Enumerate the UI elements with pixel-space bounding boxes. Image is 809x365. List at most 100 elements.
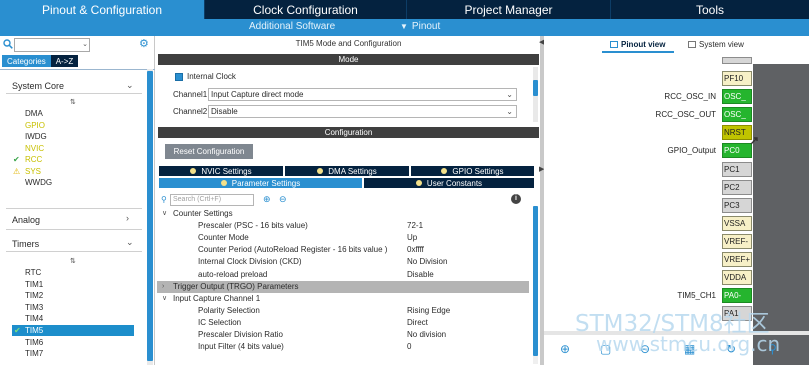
sidebar-scrollbar[interactable] (147, 69, 153, 365)
tab-project-manager[interactable]: Project Manager (407, 0, 611, 19)
scrollbar-thumb[interactable] (533, 80, 538, 96)
parameter-row[interactable]: Prescaler (PSC - 16 bits value) 72-1 (157, 220, 529, 232)
sidebar-item-gpio[interactable]: GPIO (25, 120, 45, 131)
tab-clock-configuration[interactable]: Clock Configuration (205, 0, 407, 19)
pin-nrst[interactable]: NRST (722, 125, 752, 141)
info-icon[interactable]: i (511, 194, 521, 204)
categories-toggle[interactable]: Categories (2, 55, 51, 67)
channel2-select[interactable]: Disable ⌄ (208, 105, 517, 118)
scrollbar-thumb[interactable] (533, 206, 538, 356)
parameter-row[interactable]: Internal Clock Division (CKD) No Division (157, 256, 529, 268)
gear-icon[interactable]: ⚙ (139, 39, 149, 50)
parameter-group[interactable]: › Trigger Output (TRGO) Parameters (157, 280, 529, 293)
sidebar-item-iwdg[interactable]: IWDG (25, 131, 47, 142)
parameter-value[interactable]: Direct (407, 317, 428, 329)
additional-software-button[interactable]: Additional Software (249, 21, 335, 32)
pin-vref-[interactable]: VREF- (722, 233, 752, 249)
parameter-value[interactable]: Disable (407, 269, 434, 281)
sidebar-item-tim2[interactable]: TIM2 (25, 290, 43, 301)
collapse-all-icon[interactable]: ⊖ (279, 195, 287, 204)
pin-partial[interactable] (722, 57, 752, 64)
pin-pc1[interactable]: PC1 (722, 161, 752, 177)
pin-vref-[interactable]: VREF+ (722, 252, 752, 267)
sidebar-item-nvic[interactable]: NVIC (25, 143, 44, 154)
tab-label: NVIC Settings (201, 166, 252, 176)
sort-icon[interactable]: ⇅ (70, 98, 76, 106)
sidebar-item-tim4[interactable]: TIM4 (25, 313, 43, 324)
search-icon[interactable] (3, 39, 13, 49)
sidebar-item-rtc[interactable]: RTC (25, 267, 41, 278)
parameter-row[interactable]: Input Filter (4 bits value) 0 (157, 341, 529, 353)
parameter-row[interactable]: IC Selection Direct (157, 317, 529, 329)
pinout-view-tab[interactable]: Pinout view (610, 40, 665, 49)
group-analog[interactable]: Analog (12, 215, 40, 225)
sort-icon[interactable]: ⇅ (70, 257, 76, 265)
pin-pa0-[interactable]: PA0- (722, 288, 752, 304)
parameter-value[interactable]: Rising Edge (407, 305, 450, 317)
parameter-value[interactable]: No Division (407, 256, 447, 268)
pin-pc0[interactable]: PC0 (722, 143, 752, 159)
parameter-row[interactable]: auto-reload preload Disable (157, 269, 529, 281)
pin-pf10[interactable]: PF10 (722, 71, 752, 86)
chevron-down-icon[interactable]: ∨ (162, 293, 167, 305)
pin-pc3[interactable]: PC3 (722, 197, 752, 213)
tab-nvic-settings[interactable]: NVIC Settings (158, 165, 284, 177)
pin-osc-[interactable]: OSC_ (722, 89, 752, 105)
pin-vdda[interactable]: VDDA (722, 270, 752, 286)
parameter-row[interactable]: Counter Mode Up (157, 232, 529, 244)
channel1-select[interactable]: Input Capture direct mode ⌄ (208, 88, 517, 101)
parameter-group[interactable]: ∨ Input Capture Channel 1 (157, 293, 529, 305)
sidebar-item-tim5[interactable]: ✔ TIM5 (12, 325, 134, 336)
pin-pc2[interactable]: PC2 (722, 179, 752, 195)
parameter-value[interactable]: No division (407, 329, 446, 341)
scrollbar-thumb[interactable] (147, 71, 153, 361)
chevron-down-icon[interactable]: ⌄ (126, 80, 134, 91)
zoom-in-icon[interactable]: ⊕ (560, 342, 570, 356)
group-timers[interactable]: Timers (12, 239, 39, 249)
sidebar-item-label: WWDG (25, 178, 53, 187)
tab-dma-settings[interactable]: DMA Settings (284, 165, 410, 177)
sidebar-item-wwdg[interactable]: WWDG (25, 177, 52, 188)
parameter-row[interactable]: Polarity Selection Rising Edge (157, 305, 529, 317)
chevron-right-icon[interactable]: › (126, 213, 129, 223)
internal-clock-checkbox[interactable] (175, 73, 183, 81)
search-icon[interactable]: ⚲ (161, 195, 167, 204)
az-toggle[interactable]: A->Z (50, 55, 79, 67)
parameter-value[interactable]: 0xffff (407, 244, 424, 256)
mode-scrollbar[interactable] (533, 67, 538, 122)
tab-gpio-settings[interactable]: GPIO Settings (410, 165, 535, 177)
parameter-row[interactable]: Counter Period (AutoReload Register - 16… (157, 244, 529, 256)
parameter-name: Counter Period (AutoReload Register - 16… (198, 245, 388, 255)
reset-configuration-button[interactable]: Reset Configuration (165, 144, 253, 159)
sidebar-item-tim1[interactable]: TIM1 (25, 279, 43, 290)
group-system-core[interactable]: System Core (12, 81, 64, 91)
parameter-group[interactable]: ∨ Counter Settings (157, 208, 529, 220)
parameter-value[interactable]: 0 (407, 341, 411, 353)
tab-pinout-configuration[interactable]: Pinout & Configuration (0, 0, 205, 19)
sidebar-item-rcc[interactable]: ✔ RCC (13, 154, 42, 165)
chevron-down-icon[interactable]: ∨ (162, 208, 167, 220)
parameter-value[interactable]: Up (407, 232, 417, 244)
sidebar-item-tim6[interactable]: TIM6 (25, 337, 43, 348)
pin-signal-label: RCC_OSC_IN (664, 92, 716, 102)
chevron-down-icon[interactable]: ⌄ (126, 237, 134, 248)
pinout-menu-button[interactable]: ▼ Pinout (400, 21, 440, 32)
pin-osc-[interactable]: OSC_ (722, 107, 752, 123)
sidebar-item-dma[interactable]: DMA (25, 108, 43, 119)
parameter-scrollbar[interactable] (533, 206, 538, 364)
tab-parameter-settings[interactable]: Parameter Settings (158, 177, 363, 189)
parameter-value[interactable]: 72-1 (407, 220, 423, 232)
tab-tools[interactable]: Tools (611, 0, 809, 19)
system-view-tab[interactable]: System view (688, 40, 744, 49)
sidebar-item-tim7[interactable]: TIM7 (25, 348, 43, 359)
chevron-right-icon[interactable]: › (162, 281, 164, 293)
parameter-search-input[interactable]: Search (Crtl+F) (170, 194, 254, 206)
parameter-row[interactable]: Prescaler Division Ratio No division (157, 329, 529, 341)
chevron-down-icon[interactable]: ⌄ (82, 40, 88, 48)
pin-vssa[interactable]: VSSA (722, 215, 752, 231)
sidebar-item-tim3[interactable]: TIM3 (25, 302, 43, 313)
component-search-input[interactable]: ⌄ (14, 38, 90, 52)
tab-user-constants[interactable]: User Constants (363, 177, 535, 189)
expand-all-icon[interactable]: ⊕ (263, 195, 271, 204)
sidebar-item-sys[interactable]: ⚠ SYS (13, 166, 41, 177)
